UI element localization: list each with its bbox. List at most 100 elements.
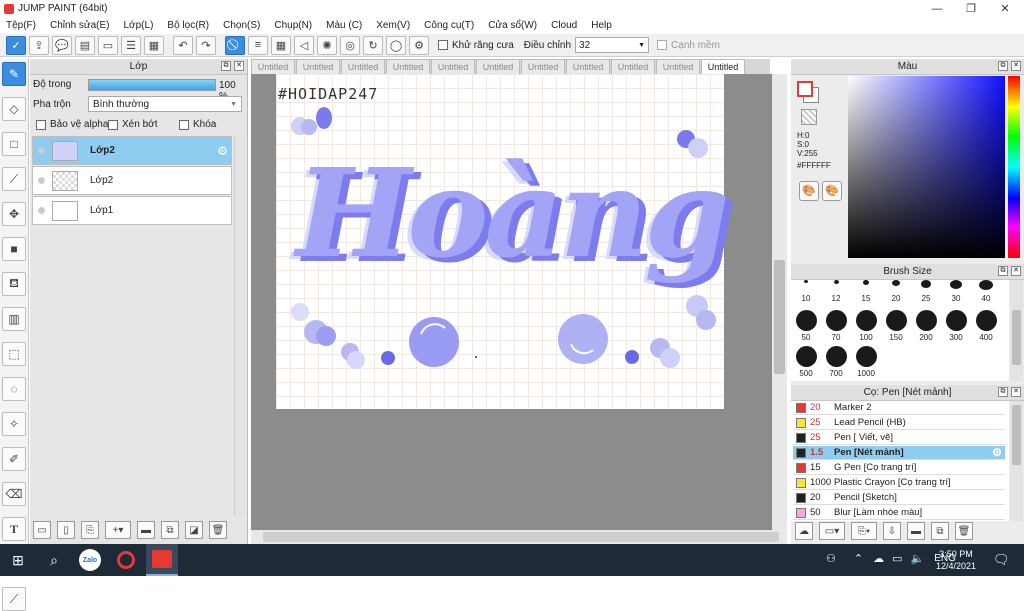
brush-item[interactable]: 1000 Plastic Crayon [Cọ trang trí] (793, 476, 1005, 490)
folder-icon[interactable]: ▬ (137, 521, 155, 539)
magic-wand-tool-icon[interactable]: ✧ (2, 412, 26, 436)
settings-icon[interactable]: ⚙ (409, 35, 429, 55)
opacity-slider[interactable] (88, 79, 216, 91)
trash-icon[interactable]: 🗑 (209, 521, 227, 539)
brush-cloud-icon[interactable]: ☁ (795, 522, 813, 540)
mask-icon[interactable]: ◪ (185, 521, 203, 539)
fill-shape-tool-icon[interactable]: ■ (2, 237, 26, 261)
menu-view[interactable]: Xem(V) (376, 20, 410, 31)
scroll-thumb[interactable] (1012, 405, 1021, 465)
tab-untitled-active[interactable]: Untitled (701, 59, 745, 74)
menu-window[interactable]: Cửa sổ(W) (488, 20, 537, 31)
brush-item-selected[interactable]: 1.5 Pen [Nét mảnh] ⚙ (793, 446, 1005, 460)
maximize-button[interactable]: ❐ (954, 0, 988, 17)
duplicate-layer-icon[interactable]: ⎘ (81, 521, 99, 539)
tab-untitled[interactable]: Untitled (251, 59, 295, 74)
rectangle-tool-icon[interactable]: □ (2, 132, 26, 156)
menu-cloud[interactable]: Cloud (551, 20, 577, 31)
people-icon[interactable]: ⚇ (826, 552, 836, 565)
list-icon[interactable]: ☰ (121, 35, 141, 55)
menu-tools[interactable]: Công cụ(T) (424, 20, 474, 31)
scroll-thumb[interactable] (263, 532, 779, 542)
brush-size-dot[interactable] (863, 280, 869, 285)
chevron-up-icon[interactable]: ⌃ (854, 552, 863, 565)
menu-layer[interactable]: Lớp(L) (124, 20, 154, 31)
radial-icon[interactable]: ✺ (317, 35, 337, 55)
document-icon[interactable]: ▭ (98, 35, 118, 55)
gear-icon[interactable]: ⚙ (217, 144, 228, 158)
visibility-icon[interactable] (38, 147, 45, 154)
brush-size-dot[interactable] (886, 310, 907, 331)
trash-icon[interactable]: 🗑 (955, 522, 973, 540)
visibility-icon[interactable] (38, 177, 45, 184)
color-palette-icon[interactable]: 🎨 (822, 181, 842, 201)
drawing-canvas[interactable]: #HOIDAP247 Hoàng (276, 74, 730, 409)
layer-list-scrollbar[interactable] (234, 136, 246, 516)
brush-size-dot[interactable] (976, 310, 997, 331)
panel-close-icon[interactable]: ✕ (1011, 387, 1021, 397)
panel-restore-icon[interactable]: ⧉ (221, 61, 231, 71)
brush-import-icon[interactable]: ⇩ (883, 522, 901, 540)
brush-item[interactable]: 25 Lead Pencil (HB) (793, 416, 1005, 430)
tab-untitled[interactable]: Untitled (341, 59, 385, 74)
menu-edit[interactable]: Chỉnh sửa(E) (50, 20, 110, 31)
merge-icon[interactable]: ⧉ (161, 521, 179, 539)
clock[interactable]: 3:50 PM 12/4/2021 (934, 548, 978, 572)
brush-size-dot[interactable] (804, 280, 808, 283)
lasso-tool-icon[interactable]: ◌ (2, 377, 26, 401)
network-icon[interactable]: ▭ (892, 552, 902, 565)
transparent-swatch[interactable] (801, 109, 817, 125)
brush-size-dot[interactable] (892, 280, 900, 286)
panel-restore-icon[interactable]: ⧉ (998, 387, 1008, 397)
color-wheel-icon[interactable]: 🎨 (799, 181, 819, 201)
redo-icon[interactable]: ↷ (196, 35, 216, 55)
concentric-icon[interactable]: ◎ (340, 35, 360, 55)
scroll-thumb[interactable] (774, 260, 785, 374)
jump-paint-app-icon[interactable] (146, 544, 178, 576)
brush-item[interactable]: 25 Pen [ Viết, vẽ] (793, 431, 1005, 445)
brush-size-dot[interactable] (979, 280, 993, 290)
gradient-tool-icon[interactable]: ▥ (2, 307, 26, 331)
eraser-tool-icon[interactable]: ◇ (2, 97, 26, 121)
share-icon[interactable]: ⇪ (29, 35, 49, 55)
brush-item[interactable]: 50 Blur [Làm nhòe màu] (793, 506, 1005, 520)
tab-untitled[interactable]: Untitled (386, 59, 430, 74)
brush-duplicate-icon[interactable]: ⧉ (931, 522, 949, 540)
tab-untitled[interactable]: Untitled (521, 59, 565, 74)
perspective-icon[interactable]: ◁ (294, 35, 314, 55)
scroll-thumb[interactable] (1012, 310, 1021, 365)
brush-size-dot[interactable] (950, 280, 962, 289)
foreground-color-swatch[interactable] (797, 81, 813, 97)
brush-item[interactable]: 15 G Pen [Cọ trang trí] (793, 461, 1005, 475)
brush-size-dot[interactable] (834, 280, 839, 284)
new-brush-icon[interactable]: ▭▾ (819, 522, 845, 540)
soft-edge-checkbox[interactable] (657, 40, 668, 50)
move-tool-icon[interactable]: ✥ (2, 202, 26, 226)
windows-start-icon[interactable]: ⊞ (2, 544, 34, 576)
grid-icon[interactable]: ▦ (144, 35, 164, 55)
clip-checkbox[interactable] (108, 119, 118, 130)
brush-item[interactable]: 20 Marker 2 (793, 401, 1005, 415)
tab-untitled[interactable]: Untitled (611, 59, 655, 74)
tab-untitled[interactable]: Untitled (296, 59, 340, 74)
ellipse-icon[interactable]: ◯ (386, 35, 406, 55)
menu-capture[interactable]: Chụp(N) (274, 20, 312, 31)
brush-item[interactable]: 20 Pencil [Sketch] (793, 491, 1005, 505)
layer-item[interactable]: Lớp2 ⚙ (32, 136, 232, 165)
canvas-horizontal-scrollbar[interactable] (251, 530, 787, 544)
comment-icon[interactable]: 💬 (52, 35, 72, 55)
grid-ruler-icon[interactable]: ▦ (271, 35, 291, 55)
brush-size-dot[interactable] (826, 346, 847, 367)
brush-size-scrollbar[interactable] (1010, 280, 1023, 381)
tab-untitled[interactable]: Untitled (476, 59, 520, 74)
panel-restore-icon[interactable]: ⧉ (998, 61, 1008, 71)
volume-icon[interactable]: 🔈 (911, 552, 925, 565)
brush-size-dot[interactable] (856, 346, 877, 367)
layer-item[interactable]: Lớp1 (32, 196, 232, 225)
lock-checkbox[interactable] (179, 119, 189, 130)
tab-untitled[interactable]: Untitled (566, 59, 610, 74)
protect-alpha-checkbox[interactable] (36, 119, 46, 130)
check-icon[interactable]: ✓ (6, 35, 26, 55)
minimize-button[interactable]: — (920, 0, 954, 17)
brush-size-dot[interactable] (796, 346, 817, 367)
